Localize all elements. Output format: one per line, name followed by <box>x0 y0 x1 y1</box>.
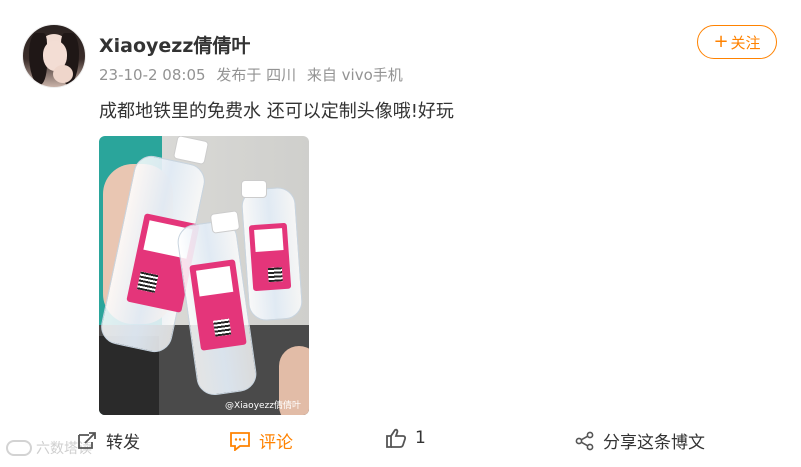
repost-button[interactable]: 转发 <box>76 428 140 453</box>
label-photo <box>254 228 284 252</box>
share-icon <box>575 431 595 451</box>
post-location: 发布于 四川 <box>216 66 297 84</box>
qr-code-icon <box>136 271 159 293</box>
photo-watermark: @Xiaoyezz倩倩叶 <box>225 401 301 411</box>
plus-icon: + <box>713 31 729 52</box>
follow-label: 关注 <box>730 33 761 52</box>
comment-label: 评论 <box>259 433 293 453</box>
qr-code-icon <box>267 267 283 283</box>
bottle-cap <box>209 210 241 234</box>
comment-icon <box>229 431 251 451</box>
comment-button[interactable]: 评论 <box>229 428 293 453</box>
post-timestamp[interactable]: 23-10-2 08:05 <box>99 66 206 84</box>
repost-label: 转发 <box>106 433 140 453</box>
user-avatar[interactable] <box>22 24 86 88</box>
share-button[interactable]: 分享这条博文 <box>575 428 705 453</box>
thumbs-up-icon <box>385 428 407 448</box>
site-logo-icon <box>6 440 32 456</box>
post-text: 成都地铁里的免费水 还可以定制头像哦!好玩 <box>99 101 454 122</box>
qr-code-icon <box>213 318 232 337</box>
post-source: 来自 vivo手机 <box>306 66 403 84</box>
bottle-cap <box>241 180 267 198</box>
label-photo <box>196 265 234 297</box>
like-count: 1 <box>415 428 426 448</box>
avatar-hand <box>53 65 73 83</box>
username[interactable]: Xiaoyezz倩倩叶 <box>99 31 250 58</box>
share-label: 分享这条博文 <box>603 433 705 453</box>
bottle-label <box>248 222 292 292</box>
post-image[interactable]: @Xiaoyezz倩倩叶 <box>99 136 309 415</box>
repost-icon <box>76 431 98 451</box>
follow-button[interactable]: + 关注 <box>697 25 777 59</box>
like-button[interactable]: 1 <box>385 428 426 448</box>
post-meta: 23-10-2 08:05 发布于 四川 来自 vivo手机 <box>99 64 409 85</box>
